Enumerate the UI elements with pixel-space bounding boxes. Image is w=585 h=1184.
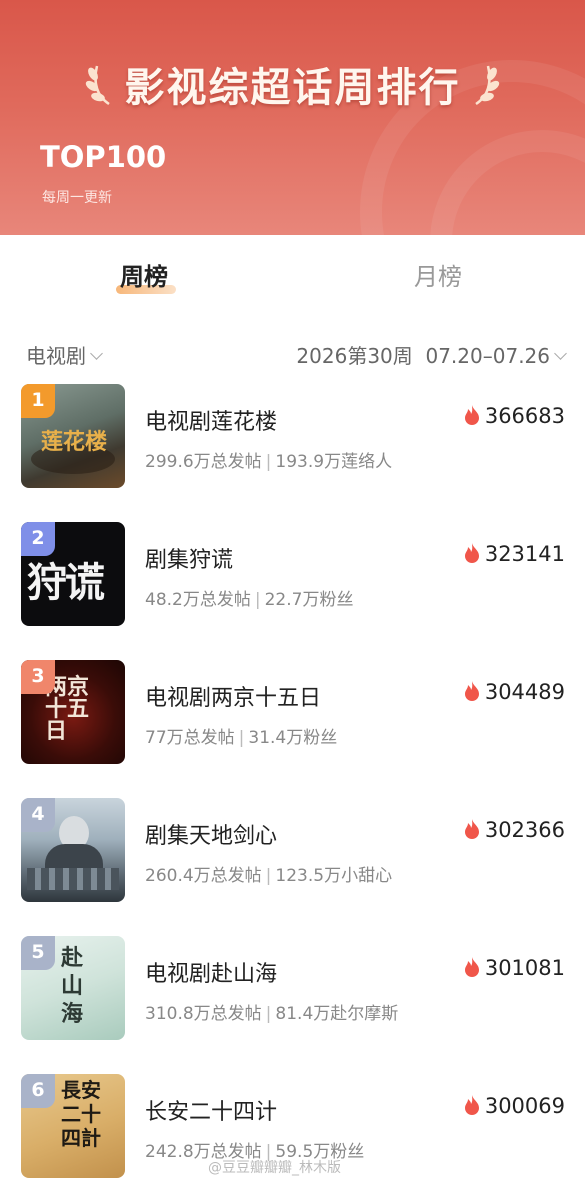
chevron-down-icon bbox=[90, 347, 103, 360]
heat-value: 323141 bbox=[484, 542, 565, 566]
ranking-item[interactable]: 4 剧集天地剑心 260.4万总发帖 | 123.5万小甜心 302366 bbox=[0, 798, 585, 908]
ranking-item[interactable]: 两京十五日 3 电视剧两京十五日 77万总发帖 | 31.4万粉丝 304489 bbox=[0, 660, 585, 770]
rank-badge: 4 bbox=[21, 798, 55, 832]
post-count: 310.8万总发帖 bbox=[145, 1004, 262, 1024]
title-row: 影视综超话周排行 bbox=[0, 55, 585, 113]
fan-count: 123.5万小甜心 bbox=[275, 866, 393, 886]
tab-monthly-label: 月榜 bbox=[414, 263, 462, 291]
heat-score: 323141 bbox=[463, 542, 565, 566]
flame-icon bbox=[464, 681, 479, 701]
subtitle: TOP100 bbox=[40, 140, 167, 174]
period-dropdown[interactable]: 2026第30周 07.20–07.26 bbox=[296, 340, 567, 369]
tab-weekly-label: 周榜 bbox=[120, 263, 168, 291]
item-stats: 77万总发帖 | 31.4万粉丝 bbox=[145, 728, 338, 748]
item-name: 剧集天地剑心 bbox=[145, 824, 278, 849]
tab-bar: 周榜 月榜 bbox=[0, 235, 585, 315]
poster-image: 莲花楼 1 bbox=[21, 384, 125, 488]
ranking-item[interactable]: 莲花楼 1 电视剧莲花楼 299.6万总发帖 | 193.9万莲络人 366683 bbox=[0, 384, 585, 494]
post-count: 48.2万总发帖 bbox=[145, 590, 251, 610]
item-name: 剧集狩谎 bbox=[145, 548, 234, 573]
poster-image: 狩谎 2 bbox=[21, 522, 125, 626]
poster-image: 4 bbox=[21, 798, 125, 902]
period-label: 2026第30周 07.20–07.26 bbox=[296, 344, 550, 368]
heat-score: 301081 bbox=[463, 956, 565, 980]
fan-count: 22.7万粉丝 bbox=[264, 590, 354, 610]
rank-badge: 5 bbox=[21, 936, 55, 970]
item-stats: 48.2万总发帖 | 22.7万粉丝 bbox=[145, 590, 354, 610]
poster-image: 两京十五日 3 bbox=[21, 660, 125, 764]
chevron-down-icon bbox=[554, 347, 567, 360]
update-note: 每周一更新 bbox=[42, 190, 112, 206]
item-name: 电视剧莲花楼 bbox=[145, 410, 278, 435]
laurel-left-icon bbox=[86, 65, 111, 106]
flame-icon bbox=[464, 819, 479, 839]
rank-badge: 2 bbox=[21, 522, 55, 556]
post-count: 260.4万总发帖 bbox=[145, 866, 262, 886]
item-name: 长安二十四计 bbox=[145, 1100, 278, 1125]
page-title: 影视综超话周排行 bbox=[124, 65, 461, 111]
heat-value: 302366 bbox=[484, 818, 565, 842]
category-dropdown[interactable]: 电视剧 bbox=[26, 340, 103, 369]
flame-icon bbox=[464, 1095, 479, 1115]
item-stats: 310.8万总发帖 | 81.4万赴尔摩斯 bbox=[145, 1004, 399, 1024]
poster-title: 赴山海 bbox=[61, 945, 84, 1027]
poster-title: 莲花楼 bbox=[41, 429, 108, 455]
item-name: 电视剧两京十五日 bbox=[145, 686, 322, 711]
heat-score: 302366 bbox=[463, 818, 565, 842]
rank-badge: 1 bbox=[21, 384, 55, 418]
flame-icon bbox=[464, 543, 479, 563]
post-count: 77万总发帖 bbox=[145, 728, 235, 748]
heat-score: 300069 bbox=[463, 1094, 565, 1118]
laurel-right-icon bbox=[474, 65, 499, 106]
heat-score: 304489 bbox=[463, 680, 565, 704]
item-stats: 299.6万总发帖 | 193.9万莲络人 bbox=[145, 452, 393, 472]
fan-count: 81.4万赴尔摩斯 bbox=[275, 1004, 399, 1024]
fan-count: 193.9万莲络人 bbox=[275, 452, 393, 472]
ranking-item[interactable]: 狩谎 2 剧集狩谎 48.2万总发帖 | 22.7万粉丝 323141 bbox=[0, 522, 585, 632]
flame-icon bbox=[464, 405, 479, 425]
category-label: 电视剧 bbox=[26, 344, 86, 368]
watermark: @豆豆瓣瓣瓣_林木版 bbox=[208, 1160, 341, 1176]
heat-value: 300069 bbox=[484, 1094, 565, 1118]
rank-badge: 3 bbox=[21, 660, 55, 694]
poster-image: 長安二十四計 6 bbox=[21, 1074, 125, 1178]
poster-image: 赴山海 5 bbox=[21, 936, 125, 1040]
flame-icon bbox=[464, 957, 479, 977]
post-count: 299.6万总发帖 bbox=[145, 452, 262, 472]
ranking-item[interactable]: 赴山海 5 电视剧赴山海 310.8万总发帖 | 81.4万赴尔摩斯 301081 bbox=[0, 936, 585, 1046]
heat-value: 301081 bbox=[484, 956, 565, 980]
tab-weekly[interactable]: 周榜 bbox=[116, 257, 176, 294]
heat-score: 366683 bbox=[463, 404, 565, 428]
item-name: 电视剧赴山海 bbox=[145, 962, 278, 987]
tab-monthly[interactable]: 月榜 bbox=[414, 257, 462, 292]
rank-badge: 6 bbox=[21, 1074, 55, 1108]
heat-value: 304489 bbox=[484, 680, 565, 704]
poster-title: 狩谎 bbox=[27, 559, 105, 606]
filter-bar: 电视剧 2026第30周 07.20–07.26 bbox=[0, 336, 585, 372]
poster-title: 長安二十四計 bbox=[61, 1078, 101, 1150]
header-banner: 影视综超话周排行 TOP100 每周一更新 bbox=[0, 0, 585, 235]
fan-count: 31.4万粉丝 bbox=[248, 728, 338, 748]
item-stats: 260.4万总发帖 | 123.5万小甜心 bbox=[145, 866, 393, 886]
heat-value: 366683 bbox=[484, 404, 565, 428]
